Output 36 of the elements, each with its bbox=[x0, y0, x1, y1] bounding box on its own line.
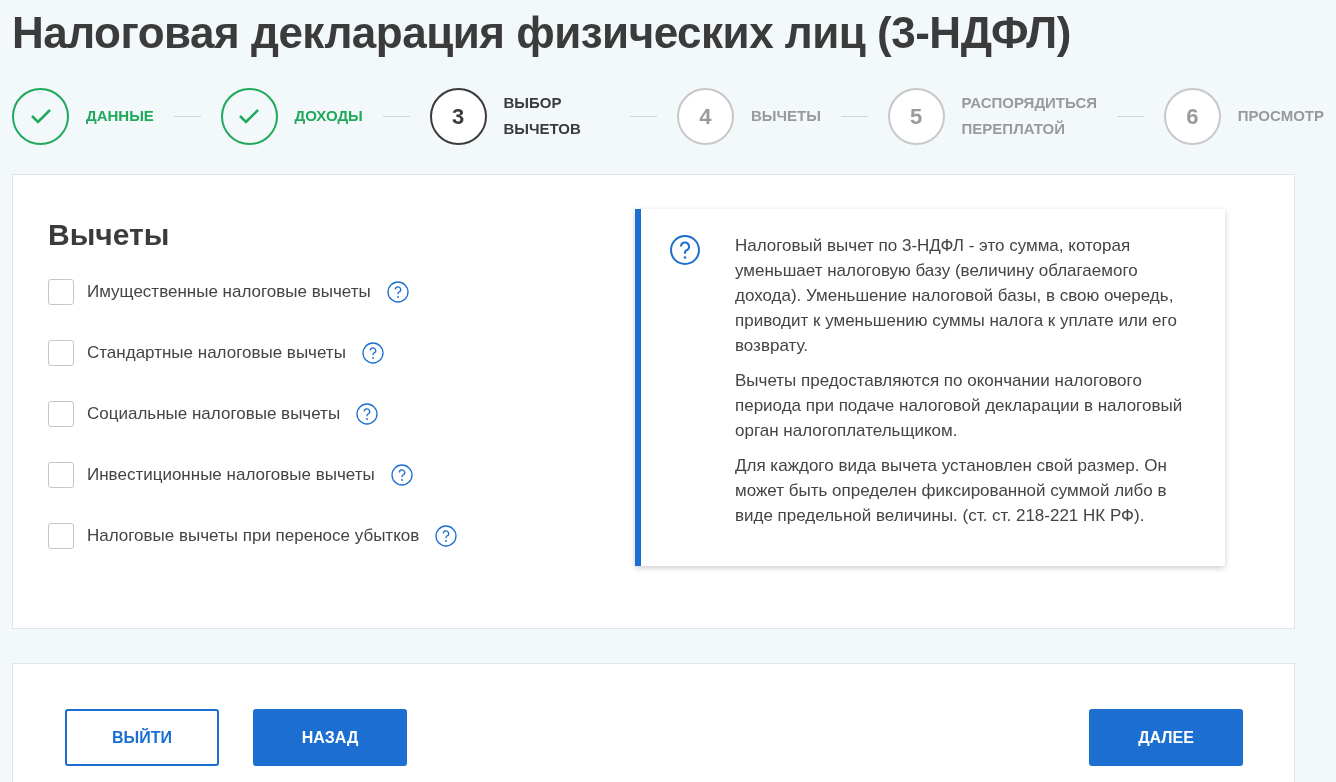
help-icon[interactable] bbox=[361, 342, 384, 364]
section-title: Вычеты bbox=[48, 217, 170, 253]
checkbox[interactable] bbox=[48, 401, 74, 427]
step-number: 3 bbox=[451, 102, 465, 131]
check-icon bbox=[238, 108, 261, 124]
nav-button[interactable]: ДАЛЕЕ bbox=[1089, 709, 1243, 766]
checkbox[interactable] bbox=[48, 279, 74, 305]
info-paragraph: Налоговый вычет по 3-НДФЛ - это сумма, которая уменьшает налоговую базу (величину облагаемого дохода). Уменьшение налоговой базы, в свою очередь, приводит к уменьшению суммы налога к уплате или его возврату. bbox=[735, 235, 1178, 357]
checkbox-label: Налоговые вычеты при переносе убытков bbox=[87, 525, 420, 548]
step-label: ПРОСМОТР bbox=[1237, 106, 1324, 126]
step-label: ДАННЫЕ bbox=[86, 106, 154, 126]
check-icon bbox=[29, 108, 52, 124]
checkbox-label: Имущественные налоговые вычеты bbox=[87, 281, 371, 304]
help-icon[interactable] bbox=[390, 464, 413, 486]
step-number: 4 bbox=[699, 102, 712, 131]
help-icon[interactable] bbox=[356, 403, 379, 425]
info-paragraph: Вычеты предоставляются по окончании налогового периода при подаче налоговой декларации в налоговый орган налогоплательщиком. bbox=[735, 370, 1184, 442]
info-paragraph: Для каждого вида вычета установлен свой размер. Он может быть определен фиксированной суммой либо в виде предельной величины. (ст. ст. 218-221 НК РФ). bbox=[735, 455, 1168, 527]
step-number: 6 bbox=[1186, 102, 1199, 131]
checkbox[interactable] bbox=[48, 462, 74, 488]
help-icon[interactable] bbox=[435, 525, 458, 547]
nav-button[interactable]: НАЗАД bbox=[253, 709, 407, 766]
checkbox-label: Инвестиционные налоговые вычеты bbox=[87, 464, 375, 487]
page-title: Налоговая декларация физических лиц (3-НДФЛ) bbox=[12, 7, 1071, 59]
help-icon bbox=[669, 234, 701, 266]
checkbox-label: Социальные налоговые вычеты bbox=[87, 403, 341, 426]
checkbox[interactable] bbox=[48, 523, 74, 549]
checkbox[interactable] bbox=[48, 340, 74, 366]
help-icon[interactable] bbox=[386, 281, 409, 303]
nav-button[interactable]: ВЫЙТИ bbox=[65, 709, 219, 766]
step-label: ВЫБОР ВЫЧЕТОВ bbox=[503, 93, 582, 139]
step-label: ВЫЧЕТЫ bbox=[750, 106, 821, 126]
step-label: РАСПОРЯДИТЬСЯ ПЕРЕПЛАТОЙ bbox=[961, 93, 1098, 139]
step-label: ДОХОДЫ bbox=[294, 106, 363, 126]
checkbox-label: Стандартные налоговые вычеты bbox=[87, 342, 346, 365]
step-number: 5 bbox=[909, 102, 923, 131]
